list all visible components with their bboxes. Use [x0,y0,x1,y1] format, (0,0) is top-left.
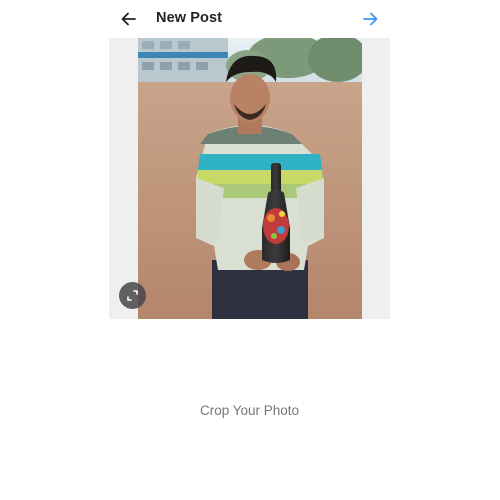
crop-area[interactable] [109,38,390,319]
new-post-screen: New Post Crop Your Photo [109,0,390,500]
expand-icon [127,290,138,301]
page-title: New Post [156,10,223,26]
back-button[interactable] [119,9,139,29]
arrow-left-icon [121,12,136,26]
top-bar: New Post [109,0,390,39]
arrow-right-icon [363,12,378,26]
crop-hint-text: Crop Your Photo [199,403,300,418]
man-holding-bottle-photo[interactable] [138,38,362,319]
next-button[interactable] [360,9,380,29]
expand-button[interactable] [119,282,146,309]
